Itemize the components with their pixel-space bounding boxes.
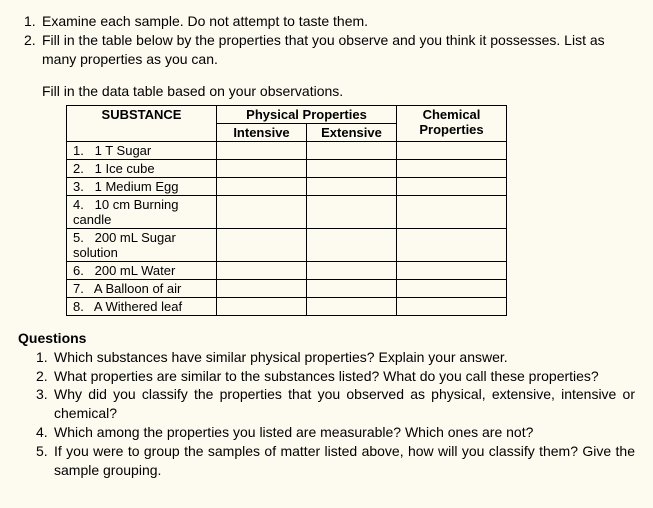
question-text: If you were to group the samples of matt… <box>54 443 635 478</box>
item-text: Fill in the table below by the propertie… <box>42 32 605 67</box>
question-text: Which substances have similar physical p… <box>54 349 508 365</box>
questions-heading: Questions <box>18 330 635 346</box>
table-body: 1. 1 T Sugar 2. 1 Ice cube 3. 1 Medium E… <box>67 141 507 315</box>
table-row: 4. 10 cm Burning candle <box>67 195 507 228</box>
extensive-cell <box>307 195 397 228</box>
extensive-cell <box>307 228 397 261</box>
substance-cell: 1. 1 T Sugar <box>67 141 217 159</box>
question-item: 1. Which substances have similar physica… <box>18 348 635 367</box>
substance-cell: 3. 1 Medium Egg <box>67 177 217 195</box>
intensive-cell <box>217 261 307 279</box>
table-row: 6. 200 mL Water <box>67 261 507 279</box>
chemical-cell <box>397 141 507 159</box>
chemical-cell <box>397 177 507 195</box>
intensive-cell <box>217 195 307 228</box>
fill-instruction: Fill in the data table based on your obs… <box>42 83 635 99</box>
chemical-cell <box>397 297 507 315</box>
substance-cell: 6. 200 mL Water <box>67 261 217 279</box>
question-number: 1. <box>36 348 48 367</box>
instruction-item: 1. Examine each sample. Do not attempt t… <box>18 12 635 31</box>
chemical-cell <box>397 195 507 228</box>
extensive-cell <box>307 297 397 315</box>
question-text: Why did you classify the properties that… <box>54 386 635 421</box>
intensive-cell <box>217 177 307 195</box>
table-row: 8. A Withered leaf <box>67 297 507 315</box>
question-number: 2. <box>36 367 48 386</box>
intensive-cell <box>217 159 307 177</box>
question-item: 2. What properties are similar to the su… <box>18 367 635 386</box>
extensive-cell <box>307 261 397 279</box>
chemical-cell <box>397 279 507 297</box>
header-intensive: Intensive <box>217 123 307 141</box>
item-number: 1. <box>24 12 36 31</box>
substance-cell: 8. A Withered leaf <box>67 297 217 315</box>
substance-cell: 7. A Balloon of air <box>67 279 217 297</box>
extensive-cell <box>307 177 397 195</box>
header-chemical: Chemical Properties <box>397 105 507 141</box>
table-row: 1. 1 T Sugar <box>67 141 507 159</box>
header-substance: SUBSTANCE <box>67 105 217 141</box>
intensive-cell <box>217 279 307 297</box>
header-extensive: Extensive <box>307 123 397 141</box>
table-row: 3. 1 Medium Egg <box>67 177 507 195</box>
question-item: 3. Why did you classify the properties t… <box>18 385 635 423</box>
extensive-cell <box>307 141 397 159</box>
extensive-cell <box>307 159 397 177</box>
properties-table: SUBSTANCE Physical Properties Chemical P… <box>66 105 507 316</box>
table-row: 7. A Balloon of air <box>67 279 507 297</box>
question-number: 5. <box>36 442 48 461</box>
instruction-item: 2. Fill in the table below by the proper… <box>18 31 635 69</box>
questions-list: 1. Which substances have similar physica… <box>18 348 635 480</box>
intensive-cell <box>217 297 307 315</box>
table-row: 5. 200 mL Sugar solution <box>67 228 507 261</box>
instructions-list: 1. Examine each sample. Do not attempt t… <box>18 12 635 69</box>
chemical-cell <box>397 159 507 177</box>
header-physical: Physical Properties <box>217 105 397 123</box>
chemical-cell <box>397 228 507 261</box>
question-number: 4. <box>36 423 48 442</box>
intensive-cell <box>217 228 307 261</box>
question-item: 4. Which among the properties you listed… <box>18 423 635 442</box>
item-text: Examine each sample. Do not attempt to t… <box>42 13 368 29</box>
question-text: What properties are similar to the subst… <box>54 368 599 384</box>
item-number: 2. <box>24 31 36 50</box>
extensive-cell <box>307 279 397 297</box>
question-text: Which among the properties you listed ar… <box>54 424 533 440</box>
table-row: 2. 1 Ice cube <box>67 159 507 177</box>
chemical-cell <box>397 261 507 279</box>
question-item: 5. If you were to group the samples of m… <box>18 442 635 480</box>
substance-cell: 4. 10 cm Burning candle <box>67 195 217 228</box>
substance-cell: 5. 200 mL Sugar solution <box>67 228 217 261</box>
substance-cell: 2. 1 Ice cube <box>67 159 217 177</box>
intensive-cell <box>217 141 307 159</box>
question-number: 3. <box>36 385 48 404</box>
